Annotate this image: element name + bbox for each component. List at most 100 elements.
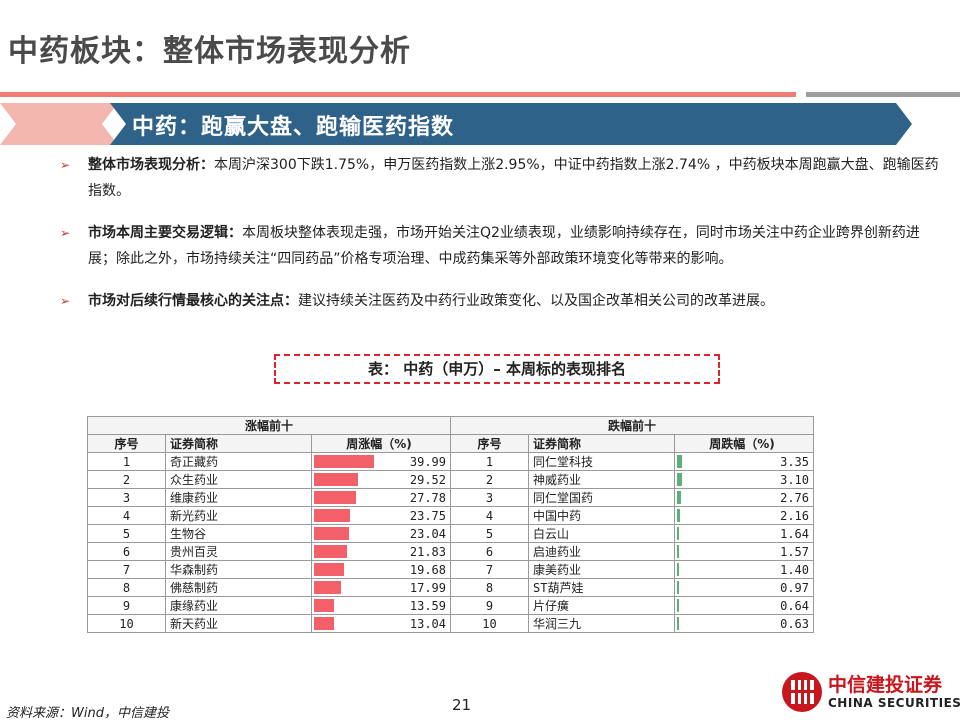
stock-name-cell: 佛慈制药 [165,578,312,597]
bullet-heading: 市场对后续行情最核心的关注点： [88,293,298,309]
rank-cell: 1 [87,452,166,471]
logo-chinese-name: 中信建投证券 [828,674,943,696]
banner-left-chevron [0,103,118,145]
loss-bar [677,563,680,576]
loss-value: 1.64 [780,526,809,541]
gain-value-cell: 23.04 [311,524,451,543]
loss-value: 2.76 [780,490,809,505]
gain-value-cell: 29.52 [311,470,451,489]
bullet-item: ➢ 市场对后续行情最核心的关注点：建议持续关注医药及中药行业政策变化、以及国企改… [56,288,946,314]
loss-bar [677,455,682,468]
table-row: 7 华森制药 19.68 7 康美药业 1.40 [87,560,814,579]
stock-name-cell: 启迪药业 [528,542,675,561]
rank-cell: 9 [450,596,529,615]
page-title: 中药板块：整体市场表现分析 [8,34,411,69]
table-row: 9 康缘药业 13.59 9 片仔癀 0.64 [87,596,814,615]
stock-name-cell: 神威药业 [528,470,675,489]
gain-bar [314,527,349,540]
top-divider-red [0,92,796,97]
page-number: 21 [452,696,472,714]
rank-cell: 6 [450,542,529,561]
loss-value-cell: 2.16 [674,506,814,525]
gain-value: 23.04 [409,526,446,541]
rank-cell: 4 [450,506,529,525]
stock-name-cell: 华润三九 [528,614,675,633]
bullet-text: 本周沪深300下跌1.75%，申万医药指数上涨2.95%，中证中药指数上涨2.7… [88,157,939,199]
loss-value: 0.63 [780,616,809,631]
loss-bar [677,491,682,504]
rank-cell: 7 [450,560,529,579]
stock-name-cell: 新光药业 [165,506,312,525]
gain-value-cell: 17.99 [311,578,451,597]
rank-cell: 8 [450,578,529,597]
table-row: 4 新光药业 23.75 4 中国中药 2.16 [87,506,814,525]
rank-cell: 9 [87,596,166,615]
table-row: 2 众生药业 29.52 2 神威药业 3.10 [87,470,814,489]
loss-value-cell: 0.64 [674,596,814,615]
bullet-list: ➢ 整体市场表现分析：本周沪深300下跌1.75%，申万医药指数上涨2.95%，… [56,152,946,330]
loss-value: 3.35 [780,454,809,469]
gain-bar [314,509,350,522]
stock-name-cell: 生物谷 [165,524,312,543]
col-header-rank: 序号 [87,434,166,453]
gain-bar [314,563,344,576]
loss-value-cell: 1.40 [674,560,814,579]
gain-value: 17.99 [409,580,446,595]
logo-english-name: CHINA SECURITIES [828,696,960,710]
bullet-heading: 市场本周主要交易逻辑： [88,225,242,241]
loss-value-cell: 2.76 [674,488,814,507]
bullet-text: 建议持续关注医药及中药行业政策变化、以及国企改革相关公司的改革进展。 [298,293,774,309]
bullet-heading: 整体市场表现分析： [88,157,214,173]
loss-value-cell: 3.35 [674,452,814,471]
rank-cell: 6 [87,542,166,561]
table-row: 6 贵州百灵 21.83 6 启迪药业 1.57 [87,542,814,561]
loss-value-cell: 0.63 [674,614,814,633]
rank-cell: 3 [87,488,166,507]
gain-value-cell: 39.99 [311,452,451,471]
stock-name-cell: ST葫芦娃 [528,578,675,597]
rank-cell: 5 [450,524,529,543]
table-row: 10 新天药业 13.04 10 华润三九 0.63 [87,614,814,633]
gain-value-cell: 27.78 [311,488,451,507]
rank-cell: 7 [87,560,166,579]
citic-logo-icon [782,672,822,712]
gain-bar [314,599,335,612]
bullet-item: ➢ 整体市场表现分析：本周沪深300下跌1.75%，申万医药指数上涨2.95%，… [56,152,946,204]
rank-cell: 10 [87,614,166,633]
gain-value-cell: 13.59 [311,596,451,615]
gain-bar [314,617,334,630]
top-divider-grey [806,92,960,97]
gain-bar [314,581,341,594]
stock-name-cell: 康美药业 [528,560,675,579]
gain-value-cell: 19.68 [311,560,451,579]
gain-value: 13.04 [409,616,446,631]
rank-cell: 3 [450,488,529,507]
stock-name-cell: 片仔癀 [528,596,675,615]
table-row: 5 生物谷 23.04 5 白云山 1.64 [87,524,814,543]
col-header-loss: 周跌幅（%) [674,434,814,453]
gain-value: 29.52 [409,472,446,487]
stock-name-cell: 华森制药 [165,560,312,579]
rank-cell: 4 [87,506,166,525]
gain-value: 19.68 [409,562,446,577]
gain-value: 23.75 [409,508,446,523]
ranking-table: 涨幅前十 跌幅前十 序号 证券简称 周涨幅（%) 序号 证券简称 周跌幅（%) … [87,416,814,633]
gain-value: 13.59 [409,598,446,613]
banner-title: 中药：跑赢大盘、跑输医药指数 [132,115,455,140]
gain-value: 39.99 [409,454,446,469]
loss-bar [677,509,681,522]
arrow-bullet-icon: ➢ [60,158,71,172]
arrow-bullet-icon: ➢ [60,226,71,240]
gain-value-cell: 13.04 [311,614,451,633]
loss-value: 2.16 [780,508,809,523]
loss-value-cell: 0.97 [674,578,814,597]
gain-bar [314,491,356,504]
loss-bar [677,527,680,540]
stock-name-cell: 同仁堂科技 [528,452,675,471]
rank-cell: 1 [450,452,529,471]
table-row: 8 佛慈制药 17.99 8 ST葫芦娃 0.97 [87,578,814,597]
stock-name-cell: 白云山 [528,524,675,543]
bullet-item: ➢ 市场本周主要交易逻辑：本周板块整体表现走强，市场开始关注Q2业绩表现，业绩影… [56,220,946,272]
stock-name-cell: 同仁堂国药 [528,488,675,507]
stock-name-cell: 奇正藏药 [165,452,312,471]
